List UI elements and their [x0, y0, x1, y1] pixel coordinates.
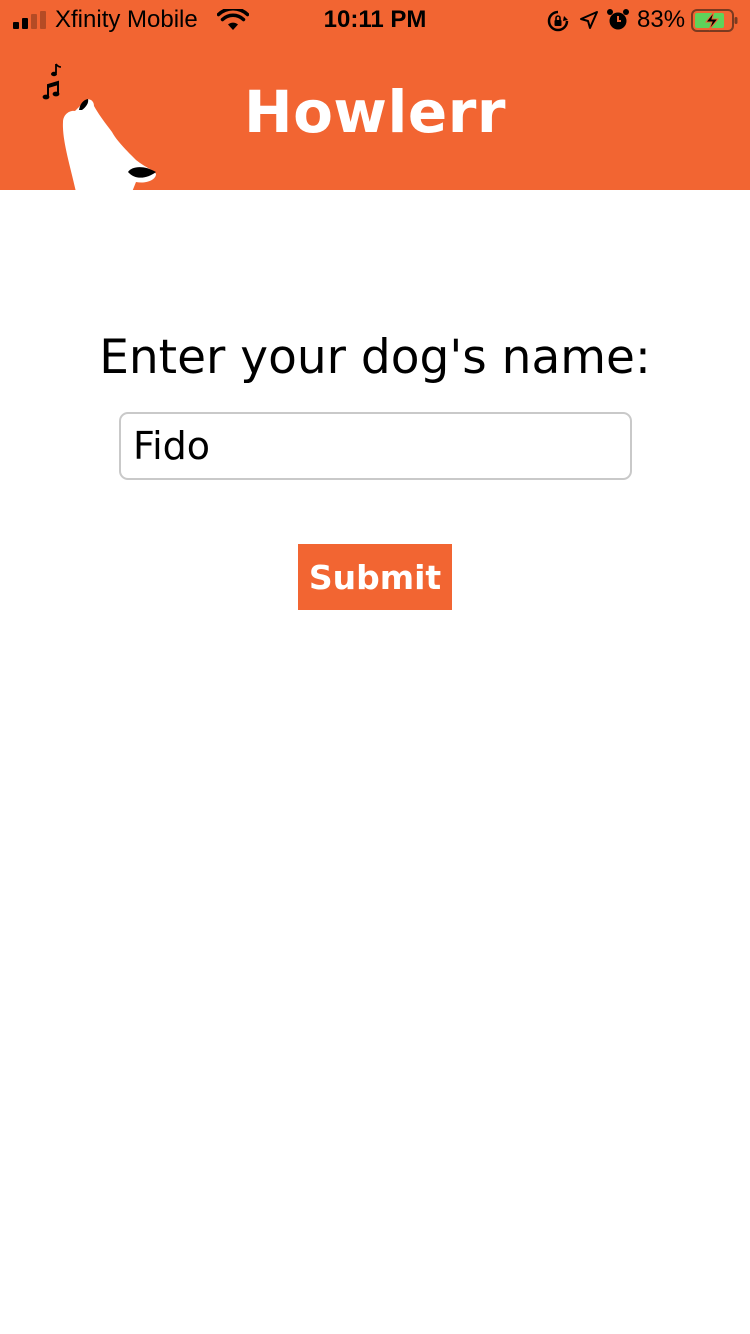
status-bar: Xfinity Mobile 10:11 PM 83% — [0, 0, 750, 40]
app-header: Howlerr — [0, 40, 750, 190]
submit-button[interactable]: Submit — [298, 544, 452, 610]
battery-charging-icon — [691, 9, 738, 32]
alarm-icon — [607, 9, 629, 30]
dog-name-input[interactable] — [119, 412, 632, 480]
battery-percent: 83% — [637, 6, 686, 33]
name-prompt-label: Enter your dog's name: — [99, 330, 651, 385]
app-title: Howlerr — [244, 78, 506, 146]
rotation-lock-icon — [547, 10, 569, 32]
location-icon — [580, 11, 598, 29]
